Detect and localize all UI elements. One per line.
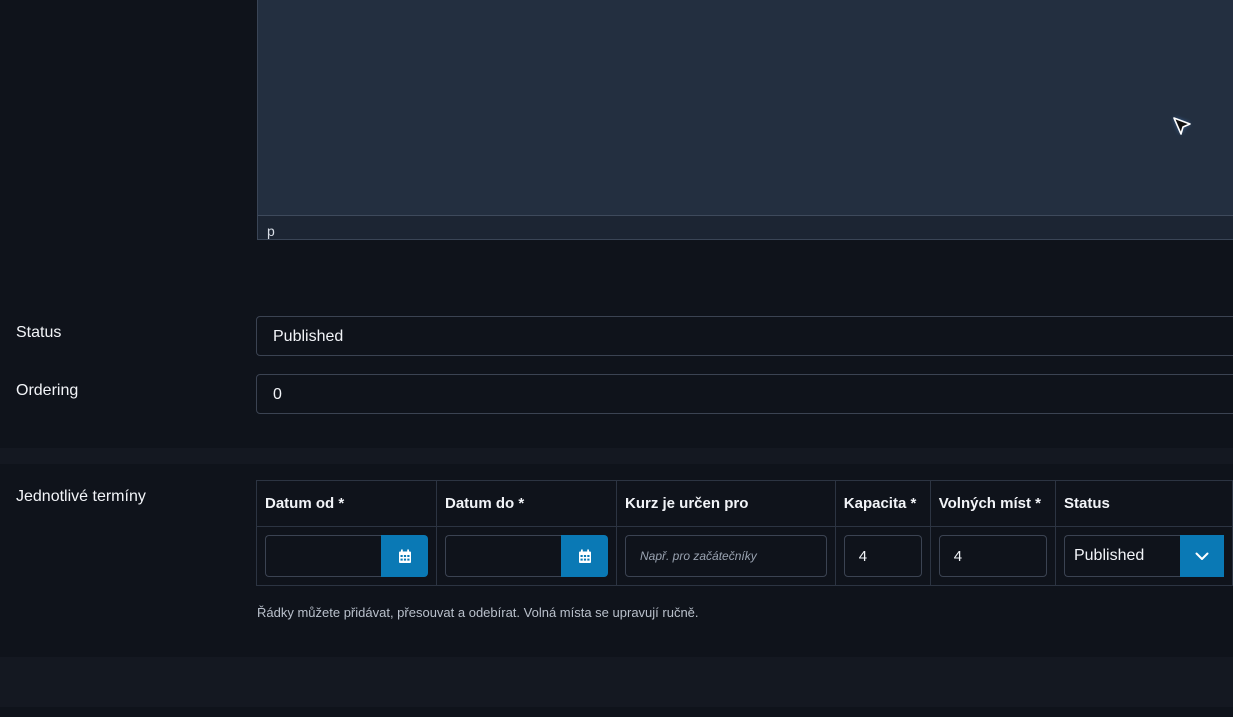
date-to-group xyxy=(445,535,608,577)
chevron-down-icon xyxy=(1195,552,1209,560)
mouse-cursor-icon xyxy=(1173,117,1191,135)
row-status-select[interactable]: Published xyxy=(1063,535,1224,577)
editor-content-area[interactable] xyxy=(257,0,1233,215)
date-from-calendar-button[interactable] xyxy=(381,535,428,577)
cell-status: Published xyxy=(1054,526,1233,586)
terms-table: Datum od * Datum do * Kurz je určen pro … xyxy=(256,480,1233,586)
col-header-audience: Kurz je určen pro xyxy=(616,480,836,527)
status-select[interactable]: Published xyxy=(256,316,1233,356)
col-header-free-places: Volných míst * xyxy=(929,480,1056,527)
cell-date-from xyxy=(256,526,437,586)
row-status-dropdown-button[interactable] xyxy=(1179,535,1224,577)
col-header-date-to: Datum do * xyxy=(436,480,617,527)
editor-statusbar: p xyxy=(257,215,1233,240)
status-label: Status xyxy=(16,324,62,341)
table-row: Např. pro začátečníky 4 4 Published xyxy=(256,526,1233,586)
row-status-value: Published xyxy=(1073,547,1145,564)
status-value: Published xyxy=(273,328,344,345)
audience-placeholder: Např. pro začátečníky xyxy=(640,549,757,563)
free-places-value: 4 xyxy=(953,548,963,565)
row-status-value-box: Published xyxy=(1063,535,1180,577)
cell-date-to xyxy=(436,526,617,586)
ordering-field[interactable]: 0 xyxy=(256,374,1233,414)
date-to-calendar-button[interactable] xyxy=(561,535,608,577)
col-header-date-from: Datum od * xyxy=(256,480,437,527)
terms-label: Jednotlivé termíny xyxy=(16,488,146,505)
date-to-input[interactable] xyxy=(445,535,561,577)
calendar-icon xyxy=(578,549,591,563)
cell-capacity: 4 xyxy=(834,526,931,586)
col-header-status: Status xyxy=(1054,480,1233,527)
free-places-input[interactable]: 4 xyxy=(938,535,1047,577)
date-from-group xyxy=(265,535,428,577)
terms-help-text: Řádky můžete přidávat, přesouvat a odebí… xyxy=(257,605,699,620)
ordering-label: Ordering xyxy=(16,382,79,399)
capacity-value: 4 xyxy=(858,548,868,565)
cell-audience: Např. pro začátečníky xyxy=(616,526,836,586)
terms-header-row: Datum od * Datum do * Kurz je určen pro … xyxy=(256,480,1233,527)
col-header-capacity: Kapacita * xyxy=(834,480,931,527)
calendar-icon xyxy=(398,549,411,563)
audience-input[interactable]: Např. pro začátečníky xyxy=(625,535,827,577)
date-from-input[interactable] xyxy=(265,535,381,577)
footer-bar xyxy=(0,707,1233,717)
ordering-value: 0 xyxy=(273,386,282,403)
capacity-input[interactable]: 4 xyxy=(843,535,922,577)
cell-free-places: 4 xyxy=(929,526,1056,586)
editor-path[interactable]: p xyxy=(267,223,275,239)
